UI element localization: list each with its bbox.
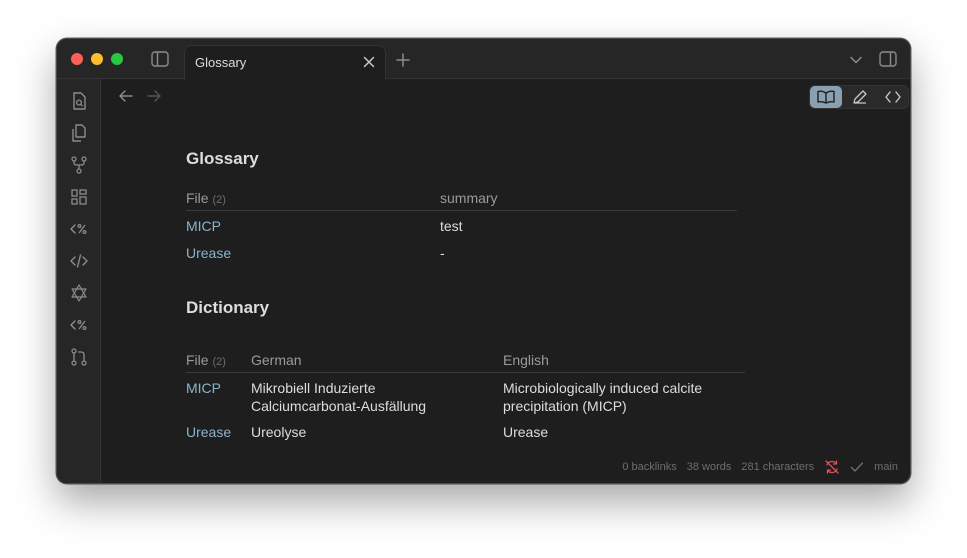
sync-off-icon [825,460,839,474]
new-tab-button[interactable] [395,52,411,68]
tab-glossary[interactable]: Glossary [184,45,386,80]
header-file-label: File [186,352,209,368]
check-icon [850,462,864,472]
glossary-row-file-link[interactable]: Urease [186,244,231,262]
dictionary-row-file-link[interactable]: Urease [186,423,231,441]
character-count: 281 characters [741,461,815,473]
app-window: Glossary Glossary File (2) summary MICP … [56,38,911,484]
glossary-heading: Glossary [186,149,259,168]
git-status-button[interactable] [850,461,864,473]
glossary-header-file[interactable]: File (2) [186,190,226,206]
ribbon-dashboard-button[interactable] [69,187,89,207]
glossary-row-file-link[interactable]: MICP [186,217,221,235]
glossary-row-summary: test [440,218,463,234]
dictionary-row-german: Mikrobiell Induzierte Calciumcarbonat-Au… [251,379,491,415]
title-bar: Glossary [57,39,910,80]
ribbon-plugin-button[interactable] [69,283,89,303]
star-of-david-icon [71,284,87,302]
view-mode-switcher [809,85,909,109]
sidebar-left-icon [151,51,169,67]
window-close-button[interactable] [71,53,83,65]
git-pull-request-icon [71,348,87,366]
english-text-line: precipitation (MICP) [503,398,627,414]
backlinks-count[interactable]: 0 backlinks [622,461,676,473]
code-slash-icon [70,254,88,268]
sidebar-right-icon [879,51,897,67]
ribbon-graph-button[interactable] [69,155,89,175]
dictionary-row-english: Urease [503,424,549,440]
glossary-header-summary[interactable]: summary [440,190,498,206]
german-text-line: Mikrobiell Induzierte [251,380,376,396]
dictionary-header-file[interactable]: File (2) [186,352,226,368]
close-tab-button[interactable] [361,54,377,70]
ribbon [57,79,101,483]
file-search-icon [73,92,86,110]
chevron-down-icon [850,56,862,64]
arrow-right-icon [147,90,161,102]
english-text-line: Microbiologically induced calcite [503,380,703,396]
header-file-count: (2) [212,356,226,368]
plus-icon [396,53,410,67]
header-file-label: File [186,190,209,206]
dictionary-header-german[interactable]: German [251,352,302,368]
word-count: 38 words [686,461,732,473]
close-icon [363,56,375,68]
toggle-left-sidebar-button[interactable] [150,50,170,68]
source-view-button[interactable] [877,86,909,108]
templater-icon [70,223,87,235]
ribbon-search-file-button[interactable] [69,91,89,111]
templater-icon [70,319,87,331]
editor-pane: Glossary File (2) summary MICP test Urea… [101,79,910,483]
dictionary-row-german: Ureolyse [251,424,307,440]
german-text-line: Calciumcarbonat-Ausfällung [251,398,427,414]
layout-grid-icon [71,189,87,205]
status-bar: 0 backlinks 38 words 281 characters main [622,459,898,475]
window-maximize-button[interactable] [111,53,123,65]
toggle-right-sidebar-button[interactable] [878,50,898,68]
navigate-forward-button[interactable] [145,87,163,105]
tab-list-button[interactable] [848,52,864,68]
copy-files-icon [72,124,86,142]
edit-view-button[interactable] [844,86,876,108]
git-fork-icon [71,156,87,174]
book-open-icon [817,90,835,104]
reading-view-button[interactable] [810,86,842,108]
ribbon-templater-button-2[interactable] [69,315,89,335]
dictionary-row-english: Microbiologically induced calcite precip… [503,379,743,415]
pencil-icon [853,90,867,104]
glossary-header-divider [186,210,737,211]
ribbon-code-button[interactable] [69,251,89,271]
navigate-back-button[interactable] [117,87,135,105]
ribbon-git-button[interactable] [69,347,89,367]
dictionary-header-divider [186,372,745,373]
dictionary-heading: Dictionary [186,298,270,317]
dictionary-row-file-link[interactable]: MICP [186,379,221,397]
header-file-count: (2) [212,194,226,206]
tab-title: Glossary [195,55,247,70]
window-minimize-button[interactable] [91,53,103,65]
ribbon-templater-button[interactable] [69,219,89,239]
code-icon [885,91,901,103]
glossary-row-summary: - [440,245,445,261]
arrow-left-icon [119,90,133,102]
dictionary-header-english[interactable]: English [503,352,549,368]
ribbon-copy-button[interactable] [69,123,89,143]
sync-status-button[interactable] [824,459,840,475]
git-branch-name[interactable]: main [874,461,898,473]
